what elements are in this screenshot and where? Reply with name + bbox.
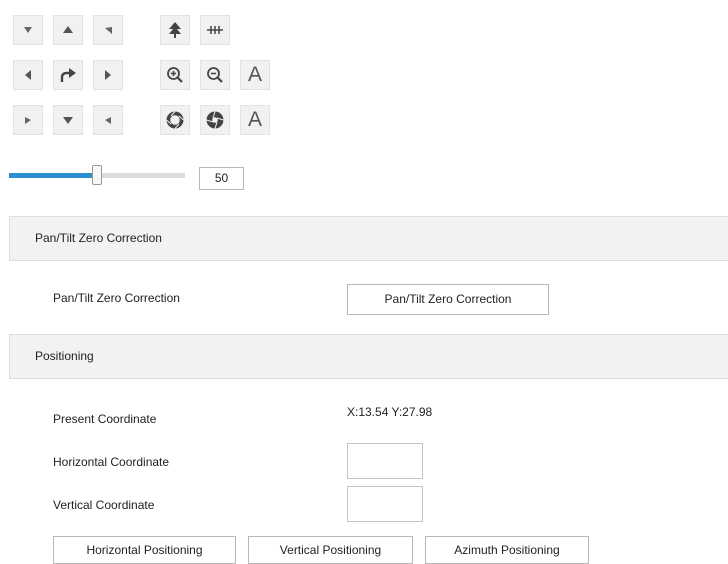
iris-auto-button[interactable]: A [240,105,270,135]
arrow-down-right-icon [105,117,111,124]
horizontal-coordinate-input[interactable] [347,443,423,479]
tilt-up-button[interactable] [53,15,83,45]
zoom-out-icon [207,67,223,83]
zero-correction-button[interactable]: Pan/Tilt Zero Correction [347,284,549,315]
pan-up-left-button[interactable] [13,15,43,45]
zoom-in-button[interactable] [160,60,190,90]
iris-open-button[interactable] [160,105,190,135]
zoom-out-button[interactable] [200,60,230,90]
pan-up-right-button[interactable] [93,15,123,45]
auto-pan-button[interactable] [53,60,83,90]
iris-close-button[interactable] [200,105,230,135]
horizontal-coordinate-label: Horizontal Coordinate [53,455,170,469]
arrow-left-icon [25,70,31,80]
rotate-arrow-icon [60,68,76,82]
vertical-coordinate-input[interactable] [347,486,423,522]
arrow-up-right-icon [105,27,112,34]
pan-right-button[interactable] [93,60,123,90]
light-button[interactable] [200,15,230,45]
speed-value[interactable]: 50 [199,167,244,190]
positioning-header: Positioning [9,334,728,379]
zero-correction-header: Pan/Tilt Zero Correction [9,216,728,261]
arrow-up-left-icon [24,27,32,33]
tilt-down-button[interactable] [53,105,83,135]
horizontal-positioning-button[interactable]: Horizontal Positioning [53,536,236,564]
tree-icon [169,22,181,38]
speed-slider-fill [9,173,97,178]
focus-auto-button[interactable]: A [240,60,270,90]
wiper-button[interactable] [160,15,190,45]
arrow-down-icon [63,117,73,124]
iris-open-icon [166,111,184,129]
arrow-up-icon [63,26,73,33]
arrow-down-left-icon [25,117,31,124]
present-coordinate-value: X:13.54 Y:27.98 [347,405,433,419]
iris-close-icon [206,111,224,129]
zero-correction-label: Pan/Tilt Zero Correction [53,291,180,305]
arrow-right-icon [105,70,111,80]
pan-left-button[interactable] [13,60,43,90]
vertical-positioning-button[interactable]: Vertical Positioning [248,536,413,564]
present-coordinate-label: Present Coordinate [53,412,157,426]
speed-slider-thumb[interactable] [92,165,102,185]
azimuth-positioning-button[interactable]: Azimuth Positioning [425,536,589,564]
zoom-in-icon [167,67,183,83]
pan-down-left-button[interactable] [13,105,43,135]
pan-down-right-button[interactable] [93,105,123,135]
vertical-coordinate-label: Vertical Coordinate [53,498,155,512]
heater-icon [207,26,223,34]
